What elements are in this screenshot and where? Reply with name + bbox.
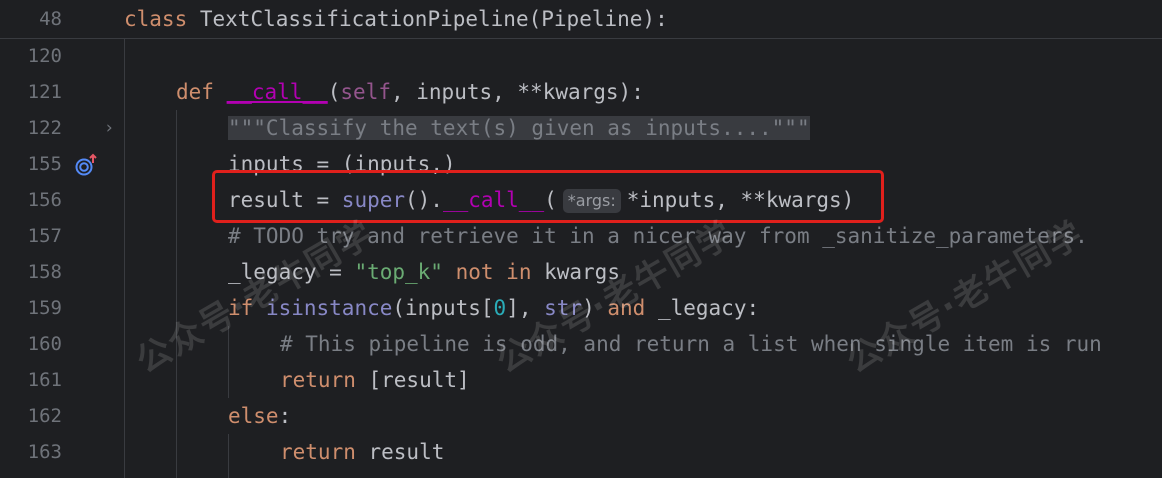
line-number: 162 [27, 405, 62, 427]
line-number: 155 [27, 153, 62, 175]
sticky-scroll-header[interactable]: 48 class TextClassificationPipeline(Pipe… [0, 0, 1162, 39]
code-line[interactable]: 122 › """Classify the text(s) given as i… [0, 110, 1162, 146]
line-number: 122 [27, 117, 62, 139]
code-text: return [result] [280, 368, 470, 392]
line-number: 156 [27, 189, 62, 211]
line-number: 161 [27, 369, 62, 391]
chevron-right-icon[interactable]: › [104, 110, 114, 146]
code-text: def __call__(self, inputs, **kwargs): [176, 80, 644, 104]
code-text: else: [228, 404, 292, 428]
code-line[interactable]: 121 def __call__(self, inputs, **kwargs)… [0, 74, 1162, 176]
code-comment: # This pipeline is odd, and return a lis… [280, 332, 1102, 356]
line-number: 159 [27, 297, 62, 319]
line-number: 158 [27, 261, 62, 283]
code-line[interactable]: 163 return result [0, 434, 1162, 470]
docstring-folded[interactable]: """Classify the text(s) given as inputs.… [228, 110, 810, 146]
sticky-code: class TextClassificationPipeline(Pipelin… [124, 7, 668, 31]
code-editor[interactable]: 48 class TextClassificationPipeline(Pipe… [0, 0, 1162, 478]
line-number: 163 [27, 441, 62, 463]
code-line[interactable]: 120 [0, 38, 1162, 74]
line-number: 120 [27, 45, 62, 67]
code-line[interactable]: 162 else: [0, 398, 1162, 434]
line-number: 48 [39, 8, 62, 30]
code-text: return result [280, 440, 445, 464]
code-text: if isinstance(inputs[0], str) and _legac… [228, 296, 760, 320]
line-number: 160 [27, 333, 62, 355]
line-number: 121 [27, 81, 62, 103]
line-number: 157 [27, 225, 62, 247]
highlight-box [212, 170, 884, 223]
code-line[interactable]: 157 # TODO try and retrieve it in a nice… [0, 218, 1162, 254]
